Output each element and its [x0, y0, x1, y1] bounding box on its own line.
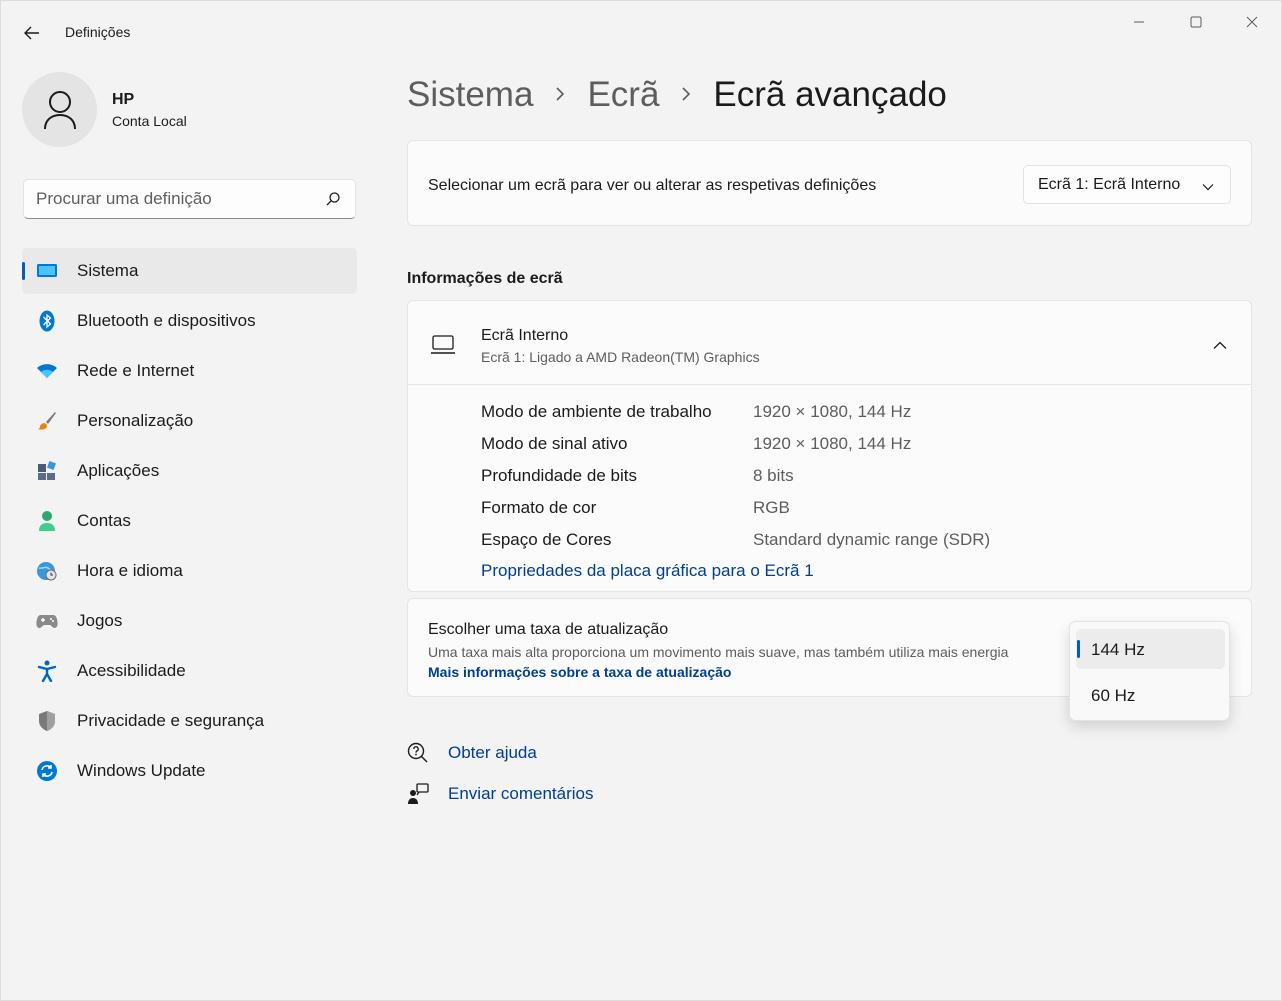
adapter-properties-link[interactable]: Propriedades da placa gráfica para o Ecr…: [481, 561, 814, 581]
app-title: Definições: [65, 24, 131, 40]
avatar[interactable]: [22, 72, 97, 147]
refresh-rate-option-144[interactable]: 144 Hz: [1076, 629, 1225, 669]
minimize-icon: [1134, 21, 1144, 23]
account-type: Conta Local: [112, 113, 187, 129]
maximize-icon: [1190, 16, 1202, 28]
display-select-card: Selecionar um ecrã para ver ou alterar a…: [407, 140, 1252, 226]
minimize-button[interactable]: [1116, 9, 1162, 35]
sidebar-item-label: Privacidade e segurança: [77, 711, 265, 730]
chevron-right-icon: [555, 82, 565, 108]
sidebar-item-sistema[interactable]: Sistema: [22, 248, 357, 294]
person-outline-icon: [43, 90, 76, 129]
info-key: Modo de ambiente de trabalho: [481, 402, 712, 421]
sidebar-item-windows-update[interactable]: Windows Update: [22, 748, 357, 794]
sidebar-item-label: Aplicações: [77, 461, 160, 480]
maximize-button[interactable]: [1173, 9, 1219, 35]
globe-clock-icon: [36, 560, 58, 582]
info-value: RGB: [753, 498, 790, 517]
refresh-rate-description: Uma taxa mais alta proporciona um movime…: [428, 642, 1028, 682]
apps-icon: [36, 460, 58, 482]
breadcrumb-ecra[interactable]: Ecrã: [587, 75, 659, 115]
gamepad-icon: [36, 610, 58, 632]
page-title: Ecrã avançado: [713, 75, 947, 114]
chevron-down-icon: [1202, 178, 1214, 196]
sidebar-item-apps[interactable]: Aplicações: [22, 448, 357, 494]
display-subtitle: Ecrã 1: Ligado a AMD Radeon(TM) Graphics: [481, 349, 760, 365]
close-icon: [1246, 16, 1258, 28]
sidebar-item-personalization[interactable]: Personalização: [22, 398, 357, 444]
refresh-rate-option-60[interactable]: 60 Hz: [1076, 675, 1225, 715]
display-select-dropdown[interactable]: Ecrã 1: Ecrã Interno: [1023, 165, 1231, 204]
sidebar-item-label: Bluetooth e dispositivos: [77, 311, 256, 330]
sidebar-item-label: Windows Update: [77, 761, 206, 780]
display-select-label: Selecionar um ecrã para ver ou alterar a…: [428, 177, 877, 194]
close-button[interactable]: [1229, 9, 1275, 35]
sidebar-item-label: Jogos: [77, 611, 123, 630]
display-info-card: Ecrã Interno Ecrã 1: Ligado a AMD Radeon…: [407, 300, 1252, 592]
sidebar-item-label: Personalização: [77, 411, 194, 430]
option-label: 60 Hz: [1091, 686, 1136, 705]
wifi-icon: [36, 360, 58, 382]
sidebar-item-network[interactable]: Rede e Internet: [22, 348, 357, 394]
laptop-icon: [430, 335, 456, 360]
section-title: Informações de ecrã: [407, 270, 563, 287]
chevron-up-icon: [1213, 337, 1227, 355]
info-value: 1920 × 1080, 144 Hz: [753, 434, 912, 453]
sidebar-item-label: Sistema: [77, 261, 139, 280]
sidebar-item-bluetooth[interactable]: Bluetooth e dispositivos: [22, 298, 357, 344]
sidebar-item-accounts[interactable]: Contas: [22, 498, 357, 544]
back-arrow-icon: [24, 26, 39, 40]
sidebar-nav: Sistema Bluetooth e dispositivos Rede e …: [22, 248, 357, 798]
sidebar-item-label: Hora e idioma: [77, 561, 183, 580]
info-key: Profundidade de bits: [481, 466, 637, 485]
bluetooth-icon: [36, 310, 58, 332]
search-icon[interactable]: [325, 191, 341, 212]
update-icon: [36, 760, 58, 782]
shield-icon: [36, 710, 58, 732]
brush-icon: [36, 410, 58, 432]
sidebar-item-label: Rede e Internet: [77, 361, 195, 380]
sidebar-item-time-language[interactable]: Hora e idioma: [22, 548, 357, 594]
info-value: Standard dynamic range (SDR): [753, 530, 991, 549]
breadcrumb: Sistema Ecrã Ecrã avançado: [407, 75, 947, 115]
breadcrumb-sistema[interactable]: Sistema: [407, 75, 533, 115]
settings-window: Definições HP Conta Local Sistema B: [0, 0, 1282, 1001]
accessibility-icon: [36, 660, 58, 682]
person-icon: [36, 510, 58, 532]
display-info-header[interactable]: Ecrã Interno Ecrã 1: Ligado a AMD Radeon…: [408, 301, 1251, 385]
info-key: Modo de sinal ativo: [481, 434, 628, 453]
info-value: 8 bits: [753, 466, 794, 485]
sidebar-item-accessibility[interactable]: Acessibilidade: [22, 648, 357, 694]
info-key: Espaço de Cores: [481, 530, 612, 549]
send-feedback-label: Enviar comentários: [448, 784, 594, 803]
back-button[interactable]: [19, 21, 45, 45]
sidebar-item-label: Acessibilidade: [77, 661, 186, 680]
send-feedback-link[interactable]: Enviar comentários: [407, 783, 607, 805]
chevron-right-icon: [681, 82, 691, 108]
refresh-rate-description-text: Uma taxa mais alta proporciona um movime…: [428, 644, 1009, 660]
info-value: 1920 × 1080, 144 Hz: [753, 402, 912, 421]
info-key: Formato de cor: [481, 498, 597, 517]
sidebar-item-label: Contas: [77, 511, 131, 530]
display-select-value: Ecrã 1: Ecrã Interno: [1038, 176, 1181, 193]
refresh-rate-title: Escolher uma taxa de atualização: [428, 621, 669, 638]
search-input[interactable]: [36, 188, 316, 210]
sidebar-item-gaming[interactable]: Jogos: [22, 598, 357, 644]
option-label: 144 Hz: [1091, 640, 1145, 659]
search-box: [23, 179, 356, 219]
get-help-link[interactable]: Obter ajuda: [407, 742, 607, 764]
feedback-icon: [407, 783, 429, 810]
sidebar-item-privacy[interactable]: Privacidade e segurança: [22, 698, 357, 744]
help-icon: [407, 742, 429, 769]
display-name: Ecrã Interno: [481, 327, 569, 344]
refresh-rate-info-link[interactable]: Mais informações sobre a taxa de atualiz…: [428, 664, 731, 680]
user-name: HP: [112, 91, 135, 108]
get-help-label: Obter ajuda: [448, 743, 537, 762]
system-icon: [36, 260, 58, 282]
refresh-rate-dropdown: 144 Hz 60 Hz: [1069, 621, 1230, 721]
